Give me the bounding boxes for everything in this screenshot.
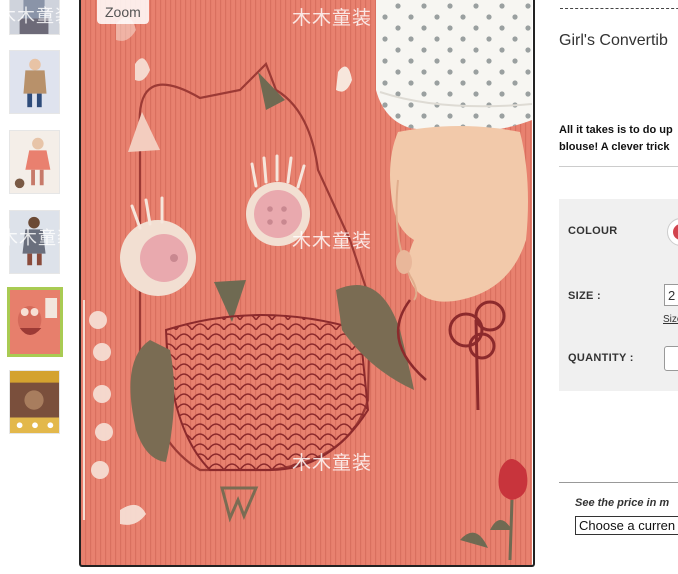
thumbnail-3[interactable]: [9, 130, 60, 194]
product-panel: Girl's Convertib All it takes is to do u…: [544, 0, 678, 574]
zoom-button[interactable]: Zoom: [97, 0, 149, 24]
thumbnail-5[interactable]: [7, 287, 63, 357]
dashed-divider: [560, 8, 678, 9]
description-line: All it takes is to do up: [559, 124, 673, 136]
divider: [559, 166, 678, 167]
watermark-text: 木木童装: [0, 451, 76, 472]
thumbnail-strip: 木木童装 木木童装 木木童装: [0, 0, 75, 574]
thumbnail-6[interactable]: [9, 370, 60, 434]
price-note: See the price in m: [575, 497, 670, 509]
thumbnail-4[interactable]: [9, 210, 60, 274]
quantity-input[interactable]: [664, 346, 678, 371]
size-guide-link[interactable]: Size: [663, 314, 678, 325]
product-description: All it takes is to do up blouse! A cleve…: [559, 122, 673, 156]
colour-label: COLOUR: [568, 225, 618, 237]
description-line: blouse! A clever trick: [559, 141, 670, 153]
currency-select[interactable]: Choose a curren: [575, 516, 678, 535]
product-title: Girl's Convertib: [559, 32, 668, 49]
quantity-label: QUANTITY :: [568, 352, 634, 364]
thumbnail-2[interactable]: [9, 50, 60, 114]
size-select[interactable]: 2: [664, 284, 678, 306]
size-label: SIZE :: [568, 290, 601, 302]
thumbnail-1[interactable]: [9, 0, 60, 35]
main-product-image[interactable]: [80, 0, 532, 566]
divider: [559, 482, 678, 483]
